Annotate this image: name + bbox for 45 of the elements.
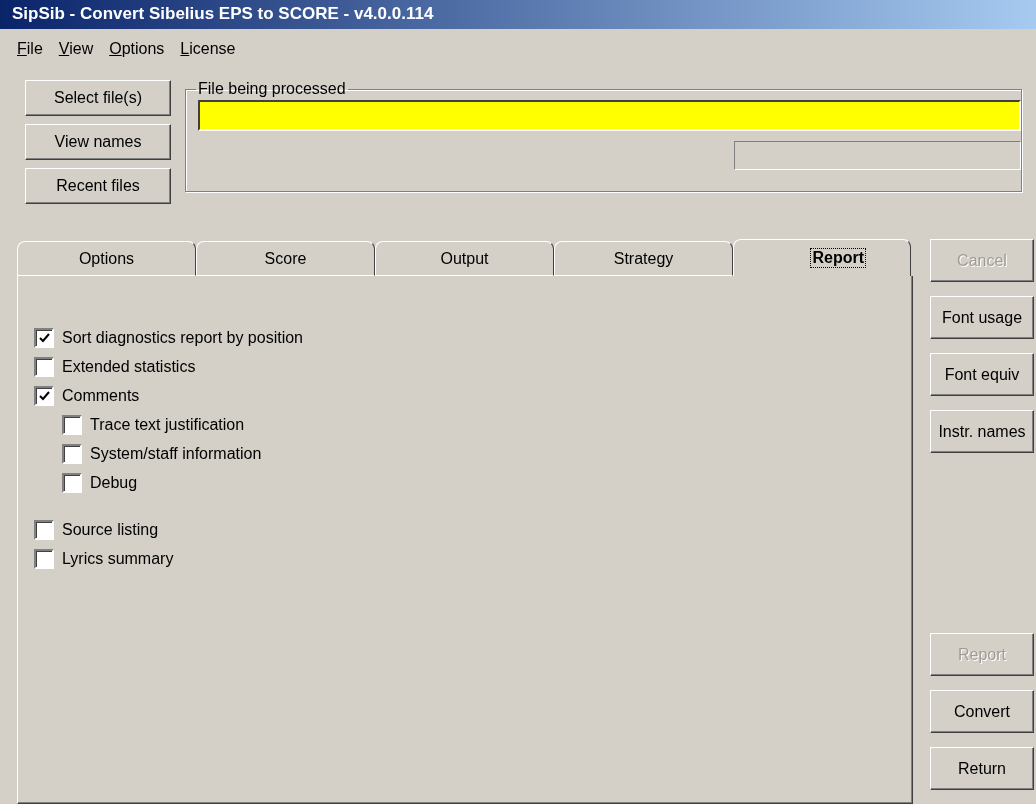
button[interactable]: Instr. names xyxy=(930,410,1034,453)
checkbox-label: Trace text justification xyxy=(90,415,245,434)
checkbox-box[interactable] xyxy=(34,548,54,569)
checkbox-label: Lyrics summary xyxy=(62,549,174,568)
button[interactable]: Select file(s) xyxy=(25,80,171,117)
tab[interactable]: Output xyxy=(375,241,554,276)
checkbox-box[interactable] xyxy=(62,472,82,493)
window-title: SipSib - Convert Sibelius EPS to SCORE - v4.0.0.114 xyxy=(0,0,1036,29)
tab[interactable]: Score xyxy=(196,241,375,276)
checkbox-box[interactable] xyxy=(34,385,54,406)
checkbox[interactable]: Extended statistics xyxy=(34,355,912,378)
group-title: File being processed xyxy=(197,80,347,99)
menu-item[interactable]: View xyxy=(53,37,99,60)
tab[interactable]: Report xyxy=(733,239,911,276)
button[interactable]: Return xyxy=(930,747,1034,790)
button[interactable]: Font usage xyxy=(930,296,1034,339)
checkbox[interactable]: System/staff information xyxy=(62,442,912,465)
checkbox-label: Comments xyxy=(62,386,140,405)
checkbox[interactable]: Trace text justification xyxy=(62,413,912,436)
menu-item[interactable]: Options xyxy=(104,37,170,60)
checkbox-label: Extended statistics xyxy=(62,357,196,376)
checkbox-box[interactable] xyxy=(34,327,54,348)
menu-item[interactable]: File xyxy=(12,37,48,60)
checkmark-icon xyxy=(38,332,50,343)
checkbox-label: System/staff information xyxy=(90,444,262,463)
checkmark-icon xyxy=(38,390,50,401)
button[interactable]: View names xyxy=(25,124,171,161)
checkbox-box[interactable] xyxy=(34,519,54,540)
button[interactable]: Convert xyxy=(930,690,1034,733)
tab[interactable]: Options xyxy=(17,241,196,276)
checkbox[interactable]: Source listing xyxy=(34,518,912,541)
checkbox-box[interactable] xyxy=(62,443,82,464)
checkbox-label: Sort diagnostics report by position xyxy=(62,328,303,347)
checkbox[interactable]: Debug xyxy=(62,471,912,494)
button[interactable]: Font equiv xyxy=(930,353,1034,396)
checkbox-box[interactable] xyxy=(34,356,54,377)
menu-item[interactable]: License xyxy=(175,37,241,60)
checkbox-label: Debug xyxy=(90,473,138,492)
checkbox-label: Source listing xyxy=(62,520,159,539)
checkbox[interactable]: Comments xyxy=(34,384,912,407)
checkbox[interactable]: Lyrics summary xyxy=(34,547,912,570)
checkbox[interactable]: Sort diagnostics report by position xyxy=(34,326,912,349)
checkbox-box[interactable] xyxy=(62,414,82,435)
tab[interactable]: Strategy xyxy=(554,241,733,276)
button[interactable]: Recent files xyxy=(25,168,171,205)
